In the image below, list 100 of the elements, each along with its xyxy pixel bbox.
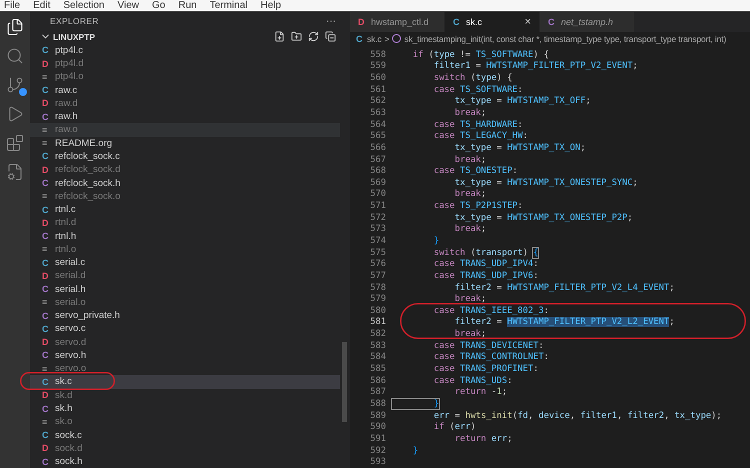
file-name: servo.o xyxy=(55,363,86,374)
explorer-entry[interactable]: C rtnl.h xyxy=(30,229,340,243)
explorer-entry[interactable]: ≡ sk.o xyxy=(30,415,340,428)
explorer-entry[interactable]: ≡ refclock_sock.o xyxy=(30,190,340,203)
code-line: case TS_ONESTEP: xyxy=(432,166,518,176)
file-name: sk.c xyxy=(55,376,72,388)
file-name: ptp4l.d xyxy=(55,58,84,70)
menu-item[interactable]: File xyxy=(4,0,20,10)
code-line: case TS_P2P1STEP: xyxy=(432,201,523,212)
explorer-entry[interactable]: C sk.h xyxy=(30,402,340,416)
code-line: break; xyxy=(454,189,486,200)
file-type-icon: C xyxy=(548,17,556,28)
explorer-entry[interactable]: D sk.d xyxy=(30,388,340,402)
file-type-icon: ≡ xyxy=(42,191,50,202)
files-icon[interactable] xyxy=(6,18,24,36)
code-line: filter2 = HWTSTAMP_FILTER_PTP_V2_L2_EVENT; xyxy=(454,317,674,328)
line-number: 570 xyxy=(369,189,386,200)
explorer-entry[interactable]: D servo.d xyxy=(30,336,340,349)
blocks-icon[interactable] xyxy=(6,134,24,152)
code-line: case TS_SOFTWARE: xyxy=(432,84,523,95)
menu-item[interactable]: Run xyxy=(178,0,197,10)
file-type-icon: ≡ xyxy=(42,72,50,82)
explorer-entry[interactable]: C raw.h xyxy=(30,110,340,124)
branch-icon[interactable] xyxy=(6,76,24,94)
file-type-icon: C xyxy=(42,376,50,387)
code-line: case TRANS_UDP_IPV6: xyxy=(432,270,538,281)
menu-item[interactable]: Selection xyxy=(63,0,104,10)
explorer-entry[interactable]: ≡ servo.o xyxy=(30,362,340,376)
explorer-entry[interactable]: ≡ ptp4l.o xyxy=(30,70,340,84)
line-number: 575 xyxy=(369,248,386,258)
breadcrumb-item[interactable]: sk.c xyxy=(367,34,382,44)
line-number: 571 xyxy=(369,201,386,212)
file-name: ptp4l.c xyxy=(55,44,83,56)
code-line: } xyxy=(412,446,418,456)
editor-tab[interactable]: C sk.c × xyxy=(445,12,540,32)
explorer-entry[interactable]: D refclock_sock.d xyxy=(30,163,340,176)
collapse-icon[interactable] xyxy=(325,31,336,42)
explorer-entry[interactable]: C servo.c xyxy=(30,322,340,336)
explorer-entry[interactable]: C sock.c xyxy=(30,428,340,442)
explorer-entry[interactable]: C rtnl.c xyxy=(30,202,340,216)
code-line: break; xyxy=(454,329,486,340)
explorer-entry[interactable]: ≡ README.org xyxy=(30,136,340,150)
line-number: 563 xyxy=(369,108,386,118)
file-type-icon: C xyxy=(42,404,50,414)
file-gear-icon[interactable] xyxy=(6,163,24,181)
menu-item[interactable]: View xyxy=(118,0,139,10)
code-line: break; xyxy=(454,154,486,165)
more-actions[interactable]: ··· xyxy=(326,16,336,27)
new-file-icon[interactable] xyxy=(274,31,285,42)
editor-tab[interactable]: C net_tstamp.h xyxy=(540,12,635,32)
explorer-entry[interactable]: D ptp4l.d xyxy=(30,56,340,70)
file-name: sock.d xyxy=(55,442,82,454)
search-icon[interactable] xyxy=(6,47,24,65)
line-number: 588 xyxy=(369,398,386,409)
file-name: sk.o xyxy=(55,416,72,428)
tab-label: sk.c xyxy=(466,17,484,28)
explorer-entry[interactable]: ≡ rtnl.o xyxy=(30,242,340,256)
explorer-entry[interactable]: C servo_private.h xyxy=(30,309,340,322)
editor-tab[interactable]: D hwstamp_ctl.d xyxy=(350,12,445,32)
explorer-entry[interactable]: ≡ serial.o xyxy=(30,296,340,310)
scrollbar-thumb[interactable] xyxy=(342,342,347,422)
explorer-entry[interactable]: C sock.h xyxy=(30,454,340,468)
explorer-entry[interactable]: ≡ raw.o xyxy=(30,123,340,137)
line-number: 582 xyxy=(369,329,386,340)
line-number: 591 xyxy=(369,434,386,444)
explorer-entry[interactable]: C ptp4l.c xyxy=(30,44,340,57)
explorer-entry[interactable]: C servo.h xyxy=(30,348,340,362)
line-number: 576 xyxy=(369,259,386,270)
explorer-entry[interactable]: C serial.h xyxy=(30,282,340,296)
close-icon[interactable]: × xyxy=(524,16,531,28)
menu-item[interactable]: Help xyxy=(260,0,282,10)
file-type-icon: ≡ xyxy=(42,124,50,135)
explorer-entry[interactable]: D sock.d xyxy=(30,442,340,455)
menu-item[interactable]: Edit xyxy=(33,0,50,10)
folder-row[interactable]: LINUXPTP xyxy=(30,30,350,44)
play-icon[interactable] xyxy=(6,105,24,123)
refresh-icon[interactable] xyxy=(308,31,319,42)
explorer-entry[interactable]: C serial.c xyxy=(30,256,340,270)
file-type-icon: ≡ xyxy=(42,138,50,148)
code-line: break; xyxy=(454,294,486,304)
breadcrumb-item[interactable]: sk_timestamping_init(int, const char *, timestamp_type type, transport_type transport, int) xyxy=(404,34,726,44)
file-type-icon: C xyxy=(42,350,50,360)
file-type-icon: C xyxy=(42,45,50,56)
file-type-icon: C xyxy=(42,112,50,122)
new-folder-icon[interactable] xyxy=(291,31,302,42)
file-type-icon: D xyxy=(358,17,366,28)
line-number: 569 xyxy=(369,178,386,188)
code-line: case TRANS_UDP_IPV4: xyxy=(432,259,538,270)
menu-item[interactable]: Terminal xyxy=(210,0,248,10)
explorer-entry[interactable]: C refclock_sock.h xyxy=(30,176,340,190)
explorer-entry[interactable]: D serial.d xyxy=(30,269,340,282)
explorer-entry[interactable]: D raw.d xyxy=(30,96,340,110)
code-line: case TRANS_PROFINET: xyxy=(432,364,538,374)
explorer-entry[interactable]: C refclock_sock.c xyxy=(30,150,340,164)
line-number: 579 xyxy=(369,294,386,304)
explorer-entry[interactable]: C raw.c xyxy=(30,84,340,97)
file-type-icon: C xyxy=(356,34,364,44)
menu-item[interactable]: Go xyxy=(152,0,166,10)
explorer-entry[interactable]: C sk.c xyxy=(30,375,340,389)
explorer-entry[interactable]: D rtnl.d xyxy=(30,216,340,230)
